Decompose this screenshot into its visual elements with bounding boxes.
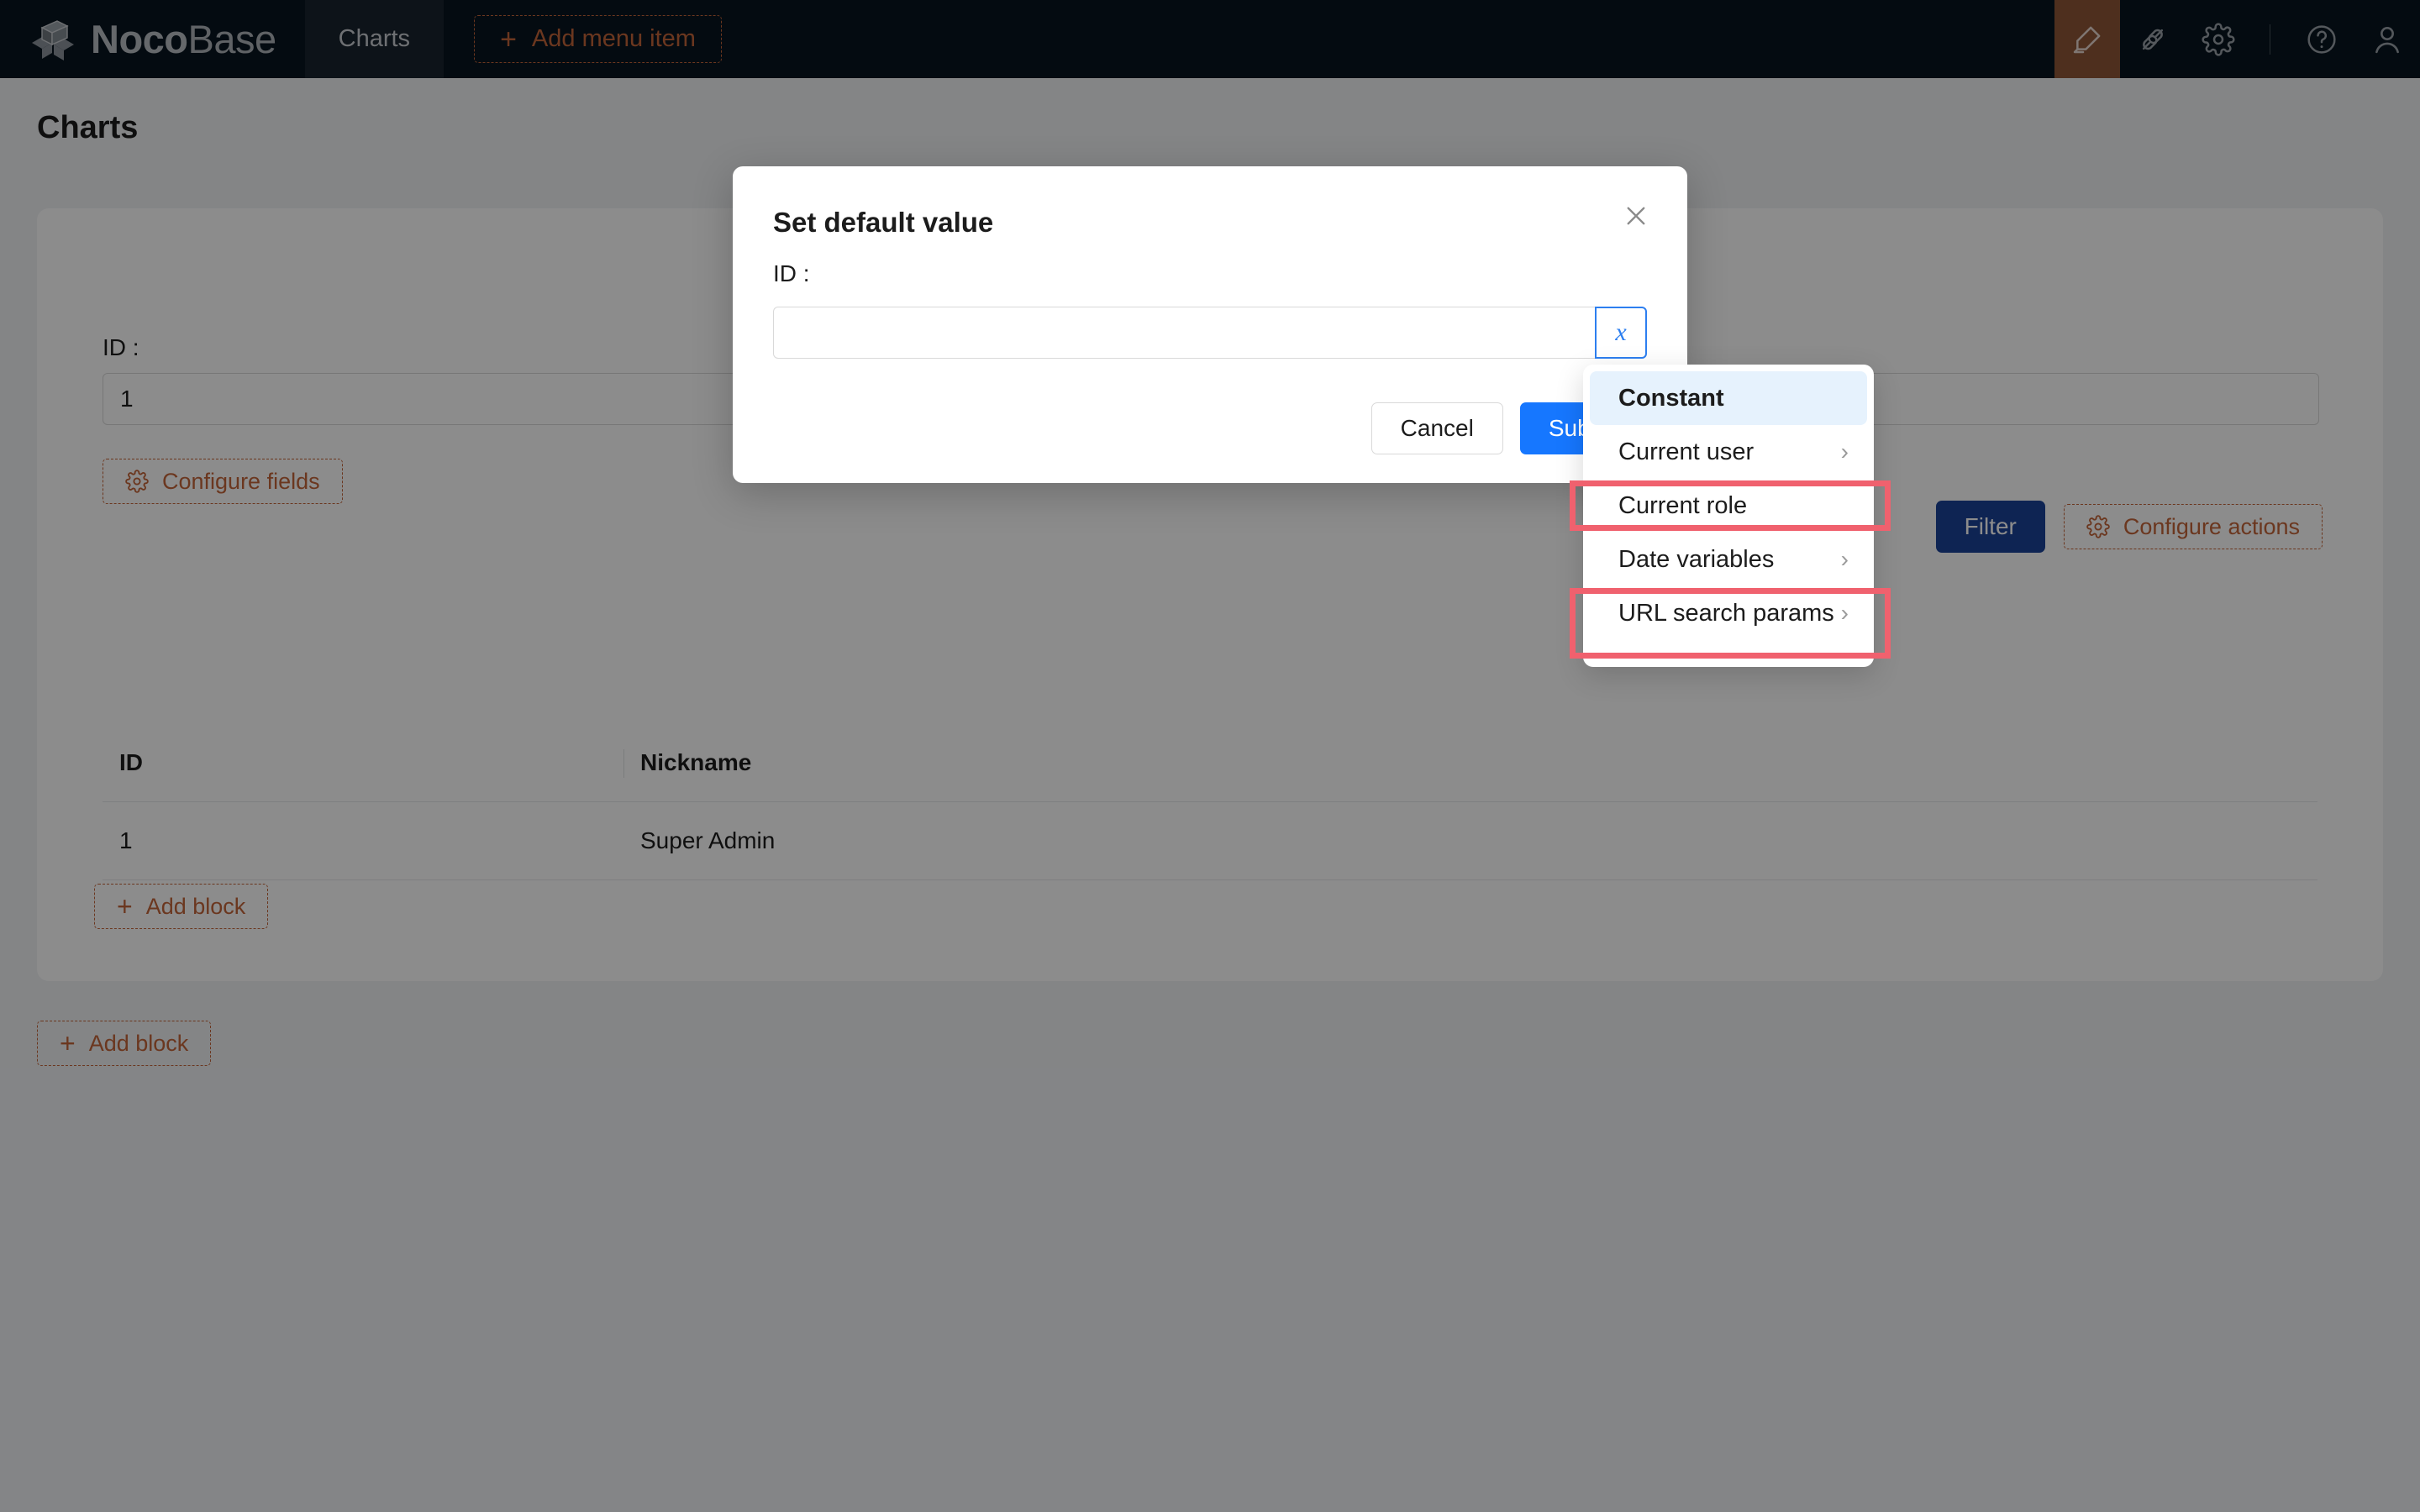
chevron-right-icon: › bbox=[1840, 438, 1849, 465]
menu-item-current-user[interactable]: Current user › bbox=[1590, 425, 1867, 479]
dialog-title: Set default value bbox=[773, 207, 994, 238]
menu-item-label: Constant bbox=[1618, 384, 1724, 412]
cancel-label: Cancel bbox=[1400, 415, 1474, 441]
dialog-default-value-input[interactable] bbox=[773, 307, 1595, 359]
menu-item-label: URL search params bbox=[1618, 599, 1834, 627]
dialog-field-row: x bbox=[773, 307, 1647, 359]
menu-item-label: Current role bbox=[1618, 491, 1748, 519]
menu-item-label: Date variables bbox=[1618, 545, 1775, 573]
menu-item-url-search-params[interactable]: URL search params › bbox=[1590, 586, 1867, 640]
cancel-button[interactable]: Cancel bbox=[1370, 402, 1503, 454]
dialog-field-label-id: ID : bbox=[773, 260, 810, 286]
variable-toggle-button[interactable]: x bbox=[1595, 307, 1647, 359]
menu-item-label: Current user bbox=[1618, 438, 1754, 465]
variable-dropdown-menu: Constant Current user › Current role Dat… bbox=[1583, 365, 1874, 667]
chevron-right-icon: › bbox=[1840, 600, 1849, 626]
close-icon[interactable] bbox=[1612, 192, 1660, 240]
variable-x-glyph: x bbox=[1615, 318, 1627, 346]
menu-item-date-variables[interactable]: Date variables › bbox=[1590, 533, 1867, 586]
chevron-right-icon: › bbox=[1840, 546, 1849, 572]
menu-item-current-role[interactable]: Current role bbox=[1590, 479, 1867, 533]
set-default-value-dialog: Set default value ID : x Cancel Submit bbox=[733, 166, 1687, 483]
menu-item-constant[interactable]: Constant bbox=[1590, 371, 1867, 425]
